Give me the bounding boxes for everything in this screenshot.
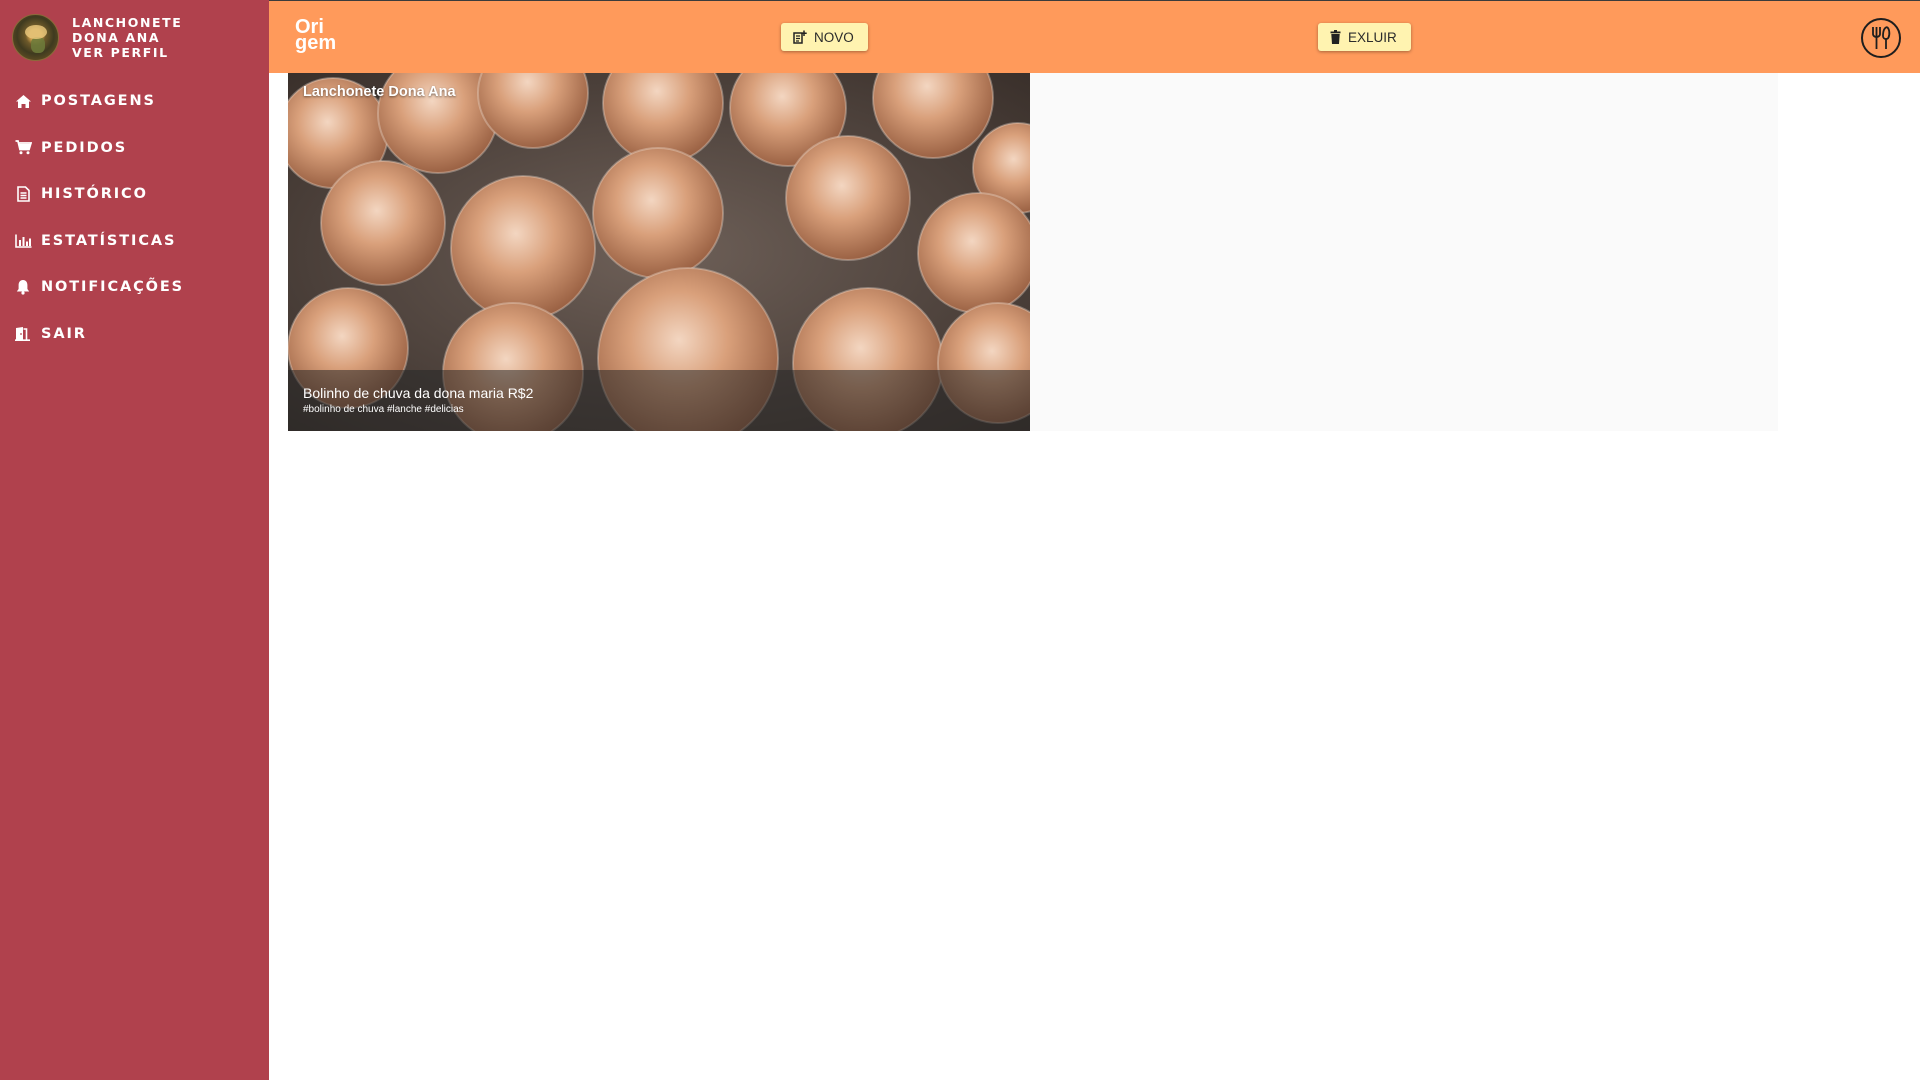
bar-chart-icon [14, 232, 32, 250]
cart-icon [14, 139, 32, 157]
view-profile-link[interactable]: VER PERFIL [72, 45, 232, 60]
post-card[interactable]: Lanchonete Dona Ana Bolinho de chuva da … [288, 73, 1030, 431]
delete-button[interactable]: EXLUIR [1318, 23, 1411, 51]
logo-line-2: gem [295, 32, 337, 54]
add-post-icon [793, 30, 807, 44]
post-caption-bar: Bolinho de chuva da dona maria R$2 #boli… [288, 370, 1030, 431]
delete-label: EXLUIR [1348, 29, 1397, 45]
document-icon [14, 185, 32, 203]
sidebar-item-label: HISTÓRICO [41, 186, 148, 203]
top-header: Ori gem NOVO EXLUIR [269, 0, 1920, 73]
post-author: Lanchonete Dona Ana [303, 84, 456, 100]
sidebar-item-label: PEDIDOS [41, 139, 128, 156]
new-post-label: NOVO [814, 29, 854, 45]
sidebar-item-label: SAIR [41, 325, 87, 342]
exit-door-icon [14, 325, 32, 343]
profile[interactable]: LANCHONETE DONA ANA VER PERFIL [12, 14, 232, 61]
sidebar-item-historico[interactable]: HISTÓRICO [0, 171, 269, 218]
sidebar-item-label: ESTATÍSTICAS [41, 232, 177, 249]
utensils-icon[interactable] [1861, 18, 1901, 58]
avatar[interactable] [12, 14, 59, 61]
new-post-button[interactable]: NOVO [781, 23, 868, 51]
post-hashtags: #bolinho de chuva #lanche #delicias [303, 404, 464, 415]
bell-icon [14, 278, 32, 296]
trash-icon [1330, 30, 1341, 44]
app-logo[interactable]: Ori gem [295, 17, 337, 54]
home-icon [14, 92, 32, 110]
sidebar-item-sair[interactable]: SAIR [0, 311, 269, 358]
sidebar-item-estatisticas[interactable]: ESTATÍSTICAS [0, 218, 269, 265]
profile-name: LANCHONETE DONA ANA [72, 15, 183, 45]
profile-text: LANCHONETE DONA ANA VER PERFIL [72, 15, 232, 60]
sidebar-item-label: POSTAGENS [41, 93, 156, 110]
sidebar-nav: POSTAGENS PEDIDOS HISTÓRICO ESTATÍSTICAS… [0, 78, 269, 357]
sidebar: LANCHONETE DONA ANA VER PERFIL POSTAGENS… [0, 0, 269, 1080]
sidebar-item-notificacoes[interactable]: NOTIFICAÇÕES [0, 264, 269, 311]
post-caption: Bolinho de chuva da dona maria R$2 [303, 385, 534, 401]
sidebar-item-pedidos[interactable]: PEDIDOS [0, 125, 269, 172]
sidebar-item-postagens[interactable]: POSTAGENS [0, 78, 269, 125]
sidebar-item-label: NOTIFICAÇÕES [41, 279, 185, 296]
